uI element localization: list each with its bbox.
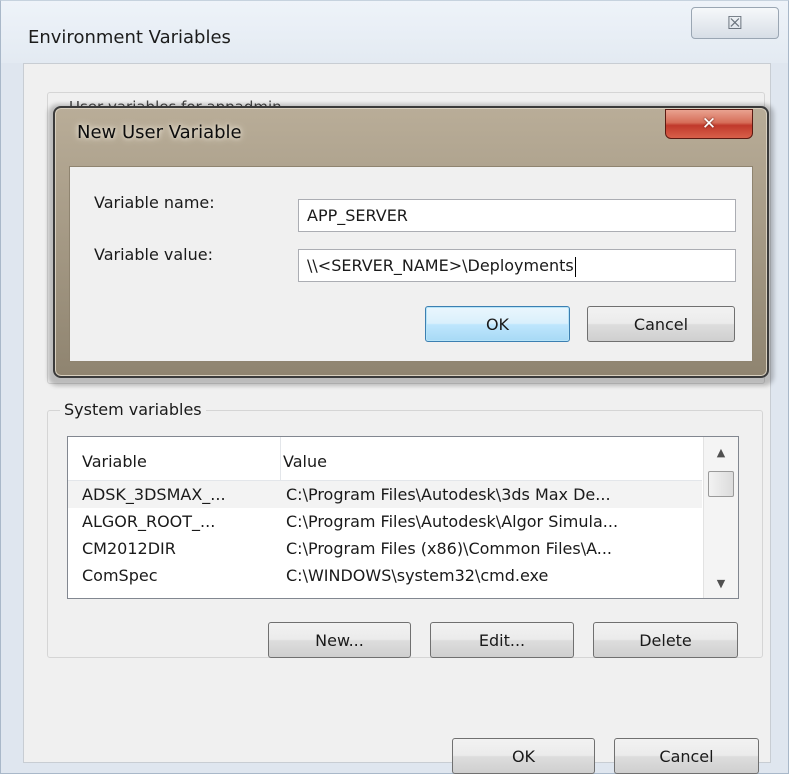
env-ok-button[interactable]: OK	[452, 738, 595, 774]
variable-value-input[interactable]: \\<SERVER_NAME>\Deployments	[298, 249, 736, 282]
new-variable-ok-button[interactable]: OK	[425, 306, 570, 342]
env-window-title: Environment Variables	[28, 27, 231, 48]
variable-name-input[interactable]: APP_SERVER	[298, 199, 736, 232]
delete-system-variable-button[interactable]: Delete	[593, 622, 738, 658]
variable-value-text: \\<SERVER_NAME>\Deployments	[307, 256, 574, 275]
variable-name-label: Variable name:	[94, 193, 215, 212]
new-system-variable-button[interactable]: New...	[268, 622, 411, 658]
system-variables-list[interactable]: Variable Value ADSK_3DSMAX_... C:\Progra…	[67, 436, 739, 599]
close-icon: ✕	[701, 114, 717, 134]
edit-system-variable-button[interactable]: Edit...	[430, 622, 574, 658]
vertical-scrollbar[interactable]: ▲ ▼	[703, 437, 738, 598]
new-user-variable-title: New User Variable	[77, 122, 242, 143]
row-value: C:\Program Files (x86)\Common Files\A...	[286, 539, 613, 558]
row-value: C:\WINDOWS\system32\cmd.exe	[286, 566, 549, 585]
popup-close-button[interactable]: ✕	[665, 109, 753, 139]
row-variable: ADSK_3DSMAX_...	[82, 485, 226, 504]
row-variable: CM2012DIR	[82, 539, 176, 558]
table-row[interactable]: ComSpec C:\WINDOWS\system32\cmd.exe	[68, 562, 702, 589]
list-header: Variable Value	[68, 437, 702, 481]
table-row[interactable]: CM2012DIR C:\Program Files (x86)\Common …	[68, 535, 702, 562]
table-row[interactable]: ALGOR_ROOT_... C:\Program Files\Autodesk…	[68, 508, 702, 535]
popup-content: Variable name: APP_SERVER Variable value…	[69, 166, 753, 362]
scrollbar-thumb[interactable]	[708, 471, 734, 497]
column-header-variable[interactable]: Variable	[82, 437, 147, 481]
new-variable-cancel-button[interactable]: Cancel	[587, 306, 735, 342]
row-value: C:\Program Files\Autodesk\Algor Simula..…	[286, 512, 619, 531]
scroll-up-arrow-icon[interactable]: ▲	[704, 437, 738, 467]
scroll-down-arrow-icon[interactable]: ▼	[704, 568, 738, 598]
env-cancel-button[interactable]: Cancel	[614, 738, 759, 774]
variable-name-text: APP_SERVER	[307, 206, 408, 225]
new-user-variable-dialog: New User Variable ✕ Variable name: APP_S…	[53, 106, 769, 378]
close-icon: ☒	[726, 12, 744, 34]
text-caret	[574, 256, 576, 277]
table-row[interactable]: ADSK_3DSMAX_... C:\Program Files\Autodes…	[68, 481, 702, 508]
env-titlebar: Environment Variables ☒	[1, 1, 788, 63]
variable-value-label: Variable value:	[94, 245, 213, 264]
system-variables-label: System variables	[60, 400, 206, 419]
column-header-value[interactable]: Value	[280, 437, 327, 481]
row-variable: ALGOR_ROOT_...	[82, 512, 216, 531]
env-close-button[interactable]: ☒	[691, 7, 779, 39]
row-variable: ComSpec	[82, 566, 158, 585]
row-value: C:\Program Files\Autodesk\3ds Max De...	[286, 485, 611, 504]
